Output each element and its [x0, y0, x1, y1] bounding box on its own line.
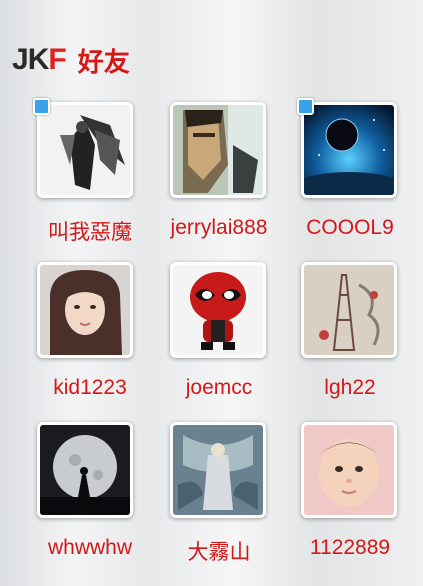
dark-angel-image	[40, 105, 130, 195]
friend-name-2[interactable]: jerrylai888	[149, 216, 289, 240]
friend-avatar-7[interactable]	[37, 422, 133, 518]
friend-name-6[interactable]: lgh22	[280, 376, 420, 400]
friend-avatar-9[interactable]	[301, 422, 397, 518]
friend-avatar-1[interactable]	[33, 98, 133, 198]
friend-name-5[interactable]: joemcc	[149, 376, 289, 400]
online-status-icon	[297, 98, 314, 115]
fantasy-art-image	[173, 425, 263, 515]
tower-sketch-image	[304, 265, 394, 355]
friend-name-4[interactable]: kid1223	[20, 376, 160, 400]
moon-silhouette-image	[40, 425, 130, 515]
friend-avatar-8[interactable]	[170, 422, 266, 518]
friend-avatar-4[interactable]	[37, 262, 133, 358]
baby-photo-image	[304, 425, 394, 515]
planet-space-image	[304, 105, 394, 195]
man-face-image	[173, 105, 263, 195]
friend-name-8[interactable]: 大霧山	[149, 536, 289, 566]
friends-grid: 叫我惡魔 jerrylai888 COOOL9 kid1223 joemcc l…	[0, 0, 423, 586]
friend-name-9[interactable]: 1122889	[280, 536, 420, 560]
deadpool-figure-image	[173, 265, 263, 355]
girl-portrait-image	[40, 265, 130, 355]
friend-avatar-6[interactable]	[301, 262, 397, 358]
friend-avatar-2[interactable]	[170, 102, 266, 198]
friend-name-7[interactable]: whwwhw	[20, 536, 160, 560]
friend-avatar-5[interactable]	[170, 262, 266, 358]
friend-name-1[interactable]: 叫我惡魔	[20, 216, 160, 246]
online-status-icon	[33, 98, 50, 115]
friend-name-3[interactable]: COOOL9	[280, 216, 420, 240]
friend-avatar-3[interactable]	[297, 98, 397, 198]
